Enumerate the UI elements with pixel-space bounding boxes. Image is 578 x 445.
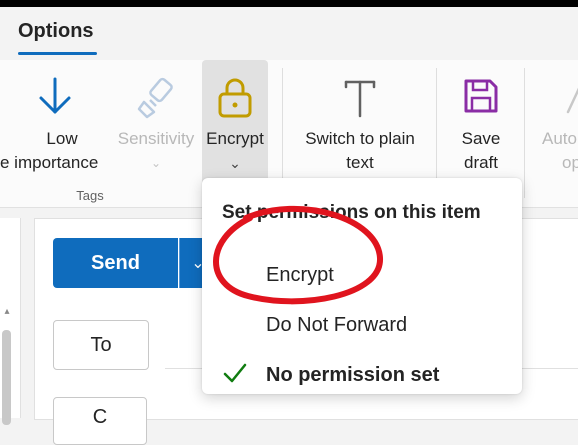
- switch-plain-label-1: Switch to plain: [305, 129, 415, 148]
- save-draft-button[interactable]: Save draft: [446, 60, 516, 185]
- arrow-down-icon: [37, 76, 73, 121]
- auto-feature-icon: [566, 76, 578, 121]
- to-button[interactable]: To: [53, 320, 149, 370]
- save-draft-label-2: draft: [463, 153, 499, 172]
- menu-title: Set permissions on this item: [222, 202, 481, 223]
- ribbon-tab-row: Options: [0, 7, 578, 60]
- low-importance-button[interactable]: Low e importance: [0, 60, 110, 185]
- encrypt-label: Encrypt: [206, 129, 264, 148]
- window-top-edge: [0, 0, 578, 7]
- low-importance-label-1: Low: [46, 129, 78, 148]
- sensitivity-label: Sensitivity: [117, 129, 195, 148]
- chevron-down-icon: ⌄: [150, 156, 162, 170]
- menu-item-encrypt[interactable]: Encrypt: [202, 252, 522, 300]
- auto-option-button[interactable]: Auto op: [536, 60, 578, 185]
- low-importance-label-2: e importance: [0, 153, 99, 172]
- tab-options[interactable]: Options: [18, 20, 94, 43]
- sensitivity-brush-icon: [134, 76, 178, 125]
- send-label: Send: [91, 251, 140, 274]
- cc-button[interactable]: C: [53, 397, 147, 445]
- scroll-up-icon[interactable]: ▴: [0, 306, 14, 317]
- auto-label-1: Auto: [542, 129, 577, 148]
- active-tab-indicator: [18, 52, 97, 55]
- menu-item-do-not-forward[interactable]: Do Not Forward: [202, 302, 522, 350]
- chevron-down-icon: ⌄: [229, 155, 241, 171]
- menu-item-no-permission-set[interactable]: No permission set: [202, 352, 522, 400]
- menu-item-label: No permission set: [266, 364, 440, 386]
- cc-label: C: [92, 406, 108, 428]
- scrollbar-thumb[interactable]: [2, 330, 11, 425]
- to-label: To: [90, 333, 112, 356]
- left-pane: ▴: [0, 218, 21, 425]
- switch-to-plain-text-button[interactable]: Switch to plain text: [292, 60, 428, 185]
- switch-plain-label-2: text: [346, 153, 374, 172]
- send-button[interactable]: Send: [53, 238, 178, 288]
- text-t-icon: [343, 76, 377, 125]
- group-label-tags: Tags: [76, 188, 104, 203]
- menu-item-label: Do Not Forward: [266, 314, 408, 336]
- sensitivity-button[interactable]: Sensitivity ⌄: [112, 60, 200, 185]
- encrypt-button[interactable]: Encrypt ⌄: [202, 60, 268, 185]
- auto-label-2: op: [562, 153, 578, 172]
- checkmark-icon: [222, 362, 248, 389]
- menu-item-label: Encrypt: [266, 264, 334, 286]
- save-icon: [461, 76, 501, 121]
- save-draft-label-1: Save: [461, 129, 501, 148]
- ribbon-separator: [524, 68, 525, 198]
- encrypt-dropdown-menu: Set permissions on this item Encrypt Do …: [202, 178, 522, 394]
- lock-icon: [215, 76, 255, 125]
